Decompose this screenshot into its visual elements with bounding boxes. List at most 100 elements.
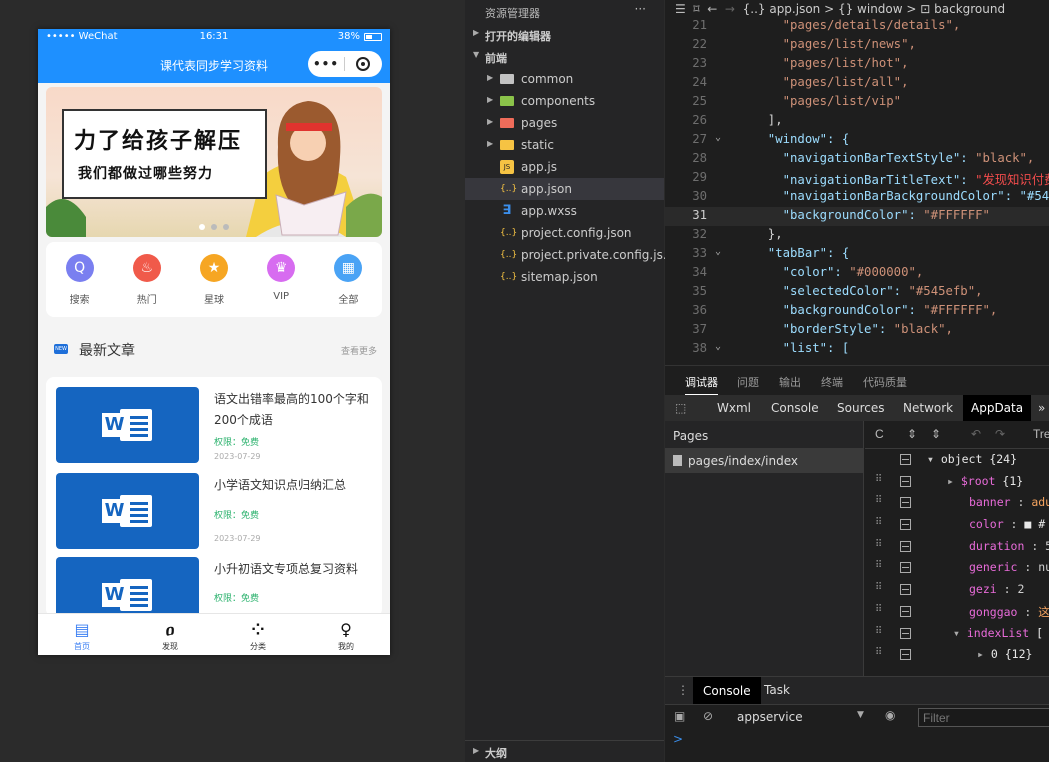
tree-file-project-private-config[interactable]: {..} project.private.config.js... — [465, 244, 674, 266]
tree-folder-pages[interactable]: ▶ pages — [465, 112, 664, 134]
sidebar-toggle-icon[interactable]: ▣ — [674, 709, 685, 723]
tab-wxml[interactable]: Wxml — [717, 401, 751, 415]
tree-file-app-js[interactable]: JS app.js — [465, 156, 664, 178]
tree-file-project-config[interactable]: {..} project.config.json — [465, 222, 664, 244]
tree-folder-components[interactable]: ▶ components — [465, 90, 664, 112]
js-file-icon: JS — [500, 160, 514, 174]
article-item[interactable]: W 小升初语文专项总复习资料 权限：免费 — [56, 557, 376, 617]
article-item[interactable]: W 语文出错率最高的100个字和200个成语 权限：免费 2023-07-29 — [56, 387, 376, 463]
tab-code-quality[interactable]: 代码质量 — [863, 374, 907, 390]
word-doc-icon: W — [101, 407, 154, 443]
tab-appdata[interactable]: AppData — [963, 395, 1032, 421]
bookmark-icon[interactable]: ⌑ — [693, 2, 699, 16]
clear-console-icon[interactable]: ⊘ — [703, 709, 713, 723]
fold-chevron-icon[interactable]: ⌄ — [715, 132, 721, 143]
chevron-right-icon: ▶ — [473, 746, 480, 755]
word-doc-icon: W — [101, 577, 154, 613]
back-icon[interactable]: ← — [707, 2, 717, 16]
page-item[interactable]: pages/index/index — [665, 449, 863, 473]
data-row[interactable]: ⠿ banner : adu — [865, 492, 1049, 514]
tab-sources[interactable]: Sources — [837, 401, 884, 415]
tree-file-app-wxss[interactable]: ∃ app.wxss — [465, 200, 664, 222]
chevron-down-icon[interactable]: ▼ — [857, 710, 864, 720]
fold-chevron-icon[interactable]: ⌄ — [715, 341, 721, 352]
refresh-icon[interactable]: C — [875, 427, 884, 441]
data-row[interactable]: ⠿ ▸ $root {1} — [865, 471, 1049, 493]
chevron-right-icon: ▶ — [487, 117, 494, 126]
data-row[interactable]: ⠿ gonggao : 这 — [865, 601, 1049, 623]
article-item[interactable]: W 小学语文知识点归纳汇总 权限：免费 2023-07-29 — [56, 473, 376, 549]
project-section[interactable]: ▼ 前端 — [465, 46, 664, 68]
tab-bar: ▤ 首页 ዐ 发现 ⁘ 分类 ♀ 我的 — [38, 613, 390, 655]
view-mode-tree[interactable]: Tre — [1033, 427, 1049, 441]
grid-item-hot[interactable]: ♨ 热门 — [119, 254, 175, 317]
tree-file-app-json[interactable]: {..} app.json — [465, 178, 664, 200]
breadcrumb-path[interactable]: ☰ ⌑ ← → {..} app.json > {} window > ⊡ ba… — [675, 2, 1005, 16]
list-icon[interactable]: ☰ — [675, 2, 686, 16]
crown-icon: ♛ — [267, 254, 296, 282]
filter-input[interactable] — [918, 708, 1049, 727]
article-title: 语文出错率最高的100个字和200个成语 — [214, 392, 369, 427]
code-line: 22 "pages/list/news", — [692, 37, 916, 51]
grid-item-planet[interactable]: ★ 星球 — [186, 254, 242, 317]
indicator-dot[interactable] — [211, 224, 217, 230]
tab-drawer-task[interactable]: Task — [764, 683, 790, 697]
new-badge-icon: NEW — [54, 344, 68, 354]
console-prompt[interactable]: > — [673, 732, 683, 746]
tab-terminal[interactable]: 终端 — [821, 374, 843, 390]
view-more-link[interactable]: 查看更多 — [341, 344, 377, 357]
data-row[interactable]: ⠿ ▾ indexList [ — [865, 623, 1049, 645]
data-row[interactable]: ⠿ duration : 5 — [865, 536, 1049, 558]
banner-swiper[interactable]: 力了给孩子解压 我们都做过哪些努力 — [46, 87, 382, 237]
outline-section[interactable]: ▶ 大纲 — [465, 740, 664, 762]
drawer-menu-icon[interactable]: ⋮ — [677, 683, 689, 697]
eye-icon[interactable]: ◉ — [885, 708, 895, 722]
nav-bar: 课代表同步学习资料 ••• — [38, 46, 390, 83]
tree-file-sitemap[interactable]: {..} sitemap.json — [465, 266, 664, 288]
fold-chevron-icon[interactable]: ⌄ — [715, 246, 721, 257]
redo-icon[interactable]: ↷ — [995, 427, 1005, 441]
data-row[interactable]: ⠿ ▸ 0 {12} — [865, 644, 1049, 666]
tab-output[interactable]: 输出 — [779, 374, 801, 390]
tab-drawer-console[interactable]: Console — [693, 677, 761, 705]
tab-console[interactable]: Console — [771, 401, 819, 415]
open-editors-section[interactable]: ▶ 打开的编辑器 — [465, 24, 664, 46]
grid-item-search[interactable]: Q 搜索 — [52, 254, 108, 317]
grid-item-vip[interactable]: ♛ VIP — [253, 254, 309, 317]
tab-home[interactable]: ▤ 首页 — [38, 614, 126, 655]
tab-label: 我的 — [338, 642, 354, 651]
code-line: 24 "pages/list/all", — [692, 75, 909, 89]
tree-folder-common[interactable]: ▶ common — [465, 68, 664, 90]
indicator-dot[interactable] — [223, 224, 229, 230]
more-tabs-icon[interactable]: » — [1038, 401, 1045, 415]
code-line-current: 31 "backgroundColor": "#FFFFFF" — [665, 207, 1049, 226]
data-row[interactable]: ⠿ gezi : 2 — [865, 579, 1049, 601]
collapse-all-icon[interactable]: ⇕ — [931, 427, 941, 441]
expand-all-icon[interactable]: ⇕ — [907, 427, 917, 441]
context-select[interactable]: appservice — [737, 710, 803, 724]
data-row[interactable]: ▾ object {24} — [865, 449, 1049, 471]
tab-discover[interactable]: ዐ 发现 — [126, 614, 214, 655]
tree-folder-static[interactable]: ▶ static — [465, 134, 664, 156]
close-miniprogram-button[interactable] — [345, 57, 381, 71]
grid-label: 热门 — [136, 295, 157, 306]
indicator-dot[interactable] — [199, 224, 205, 230]
forward-icon[interactable]: → — [725, 2, 735, 16]
tab-profile[interactable]: ♀ 我的 — [302, 614, 390, 655]
tab-category[interactable]: ⁘ 分类 — [214, 614, 302, 655]
tab-network[interactable]: Network — [903, 401, 953, 415]
code-line: 21 "pages/details/details", — [692, 18, 961, 32]
tree-label: static — [521, 138, 554, 152]
inspect-icon[interactable]: ⬚ — [675, 401, 686, 415]
more-icon[interactable]: ••• — [308, 57, 344, 71]
tab-debugger[interactable]: 调试器 — [685, 374, 718, 395]
search-icon: Q — [65, 254, 94, 282]
tab-problems[interactable]: 问题 — [737, 374, 759, 390]
data-row[interactable]: ⠿ color : ■ # — [865, 514, 1049, 536]
grid-item-all[interactable]: ▦ 全部 — [320, 254, 376, 317]
undo-icon[interactable]: ↶ — [971, 427, 981, 441]
more-actions-icon[interactable]: ··· — [635, 2, 646, 16]
code-editor[interactable]: ☰ ⌑ ← → {..} app.json > {} window > ⊡ ba… — [665, 0, 1049, 365]
data-row[interactable]: ⠿ generic : nu — [865, 557, 1049, 579]
json-file-icon: {..} — [500, 228, 518, 238]
